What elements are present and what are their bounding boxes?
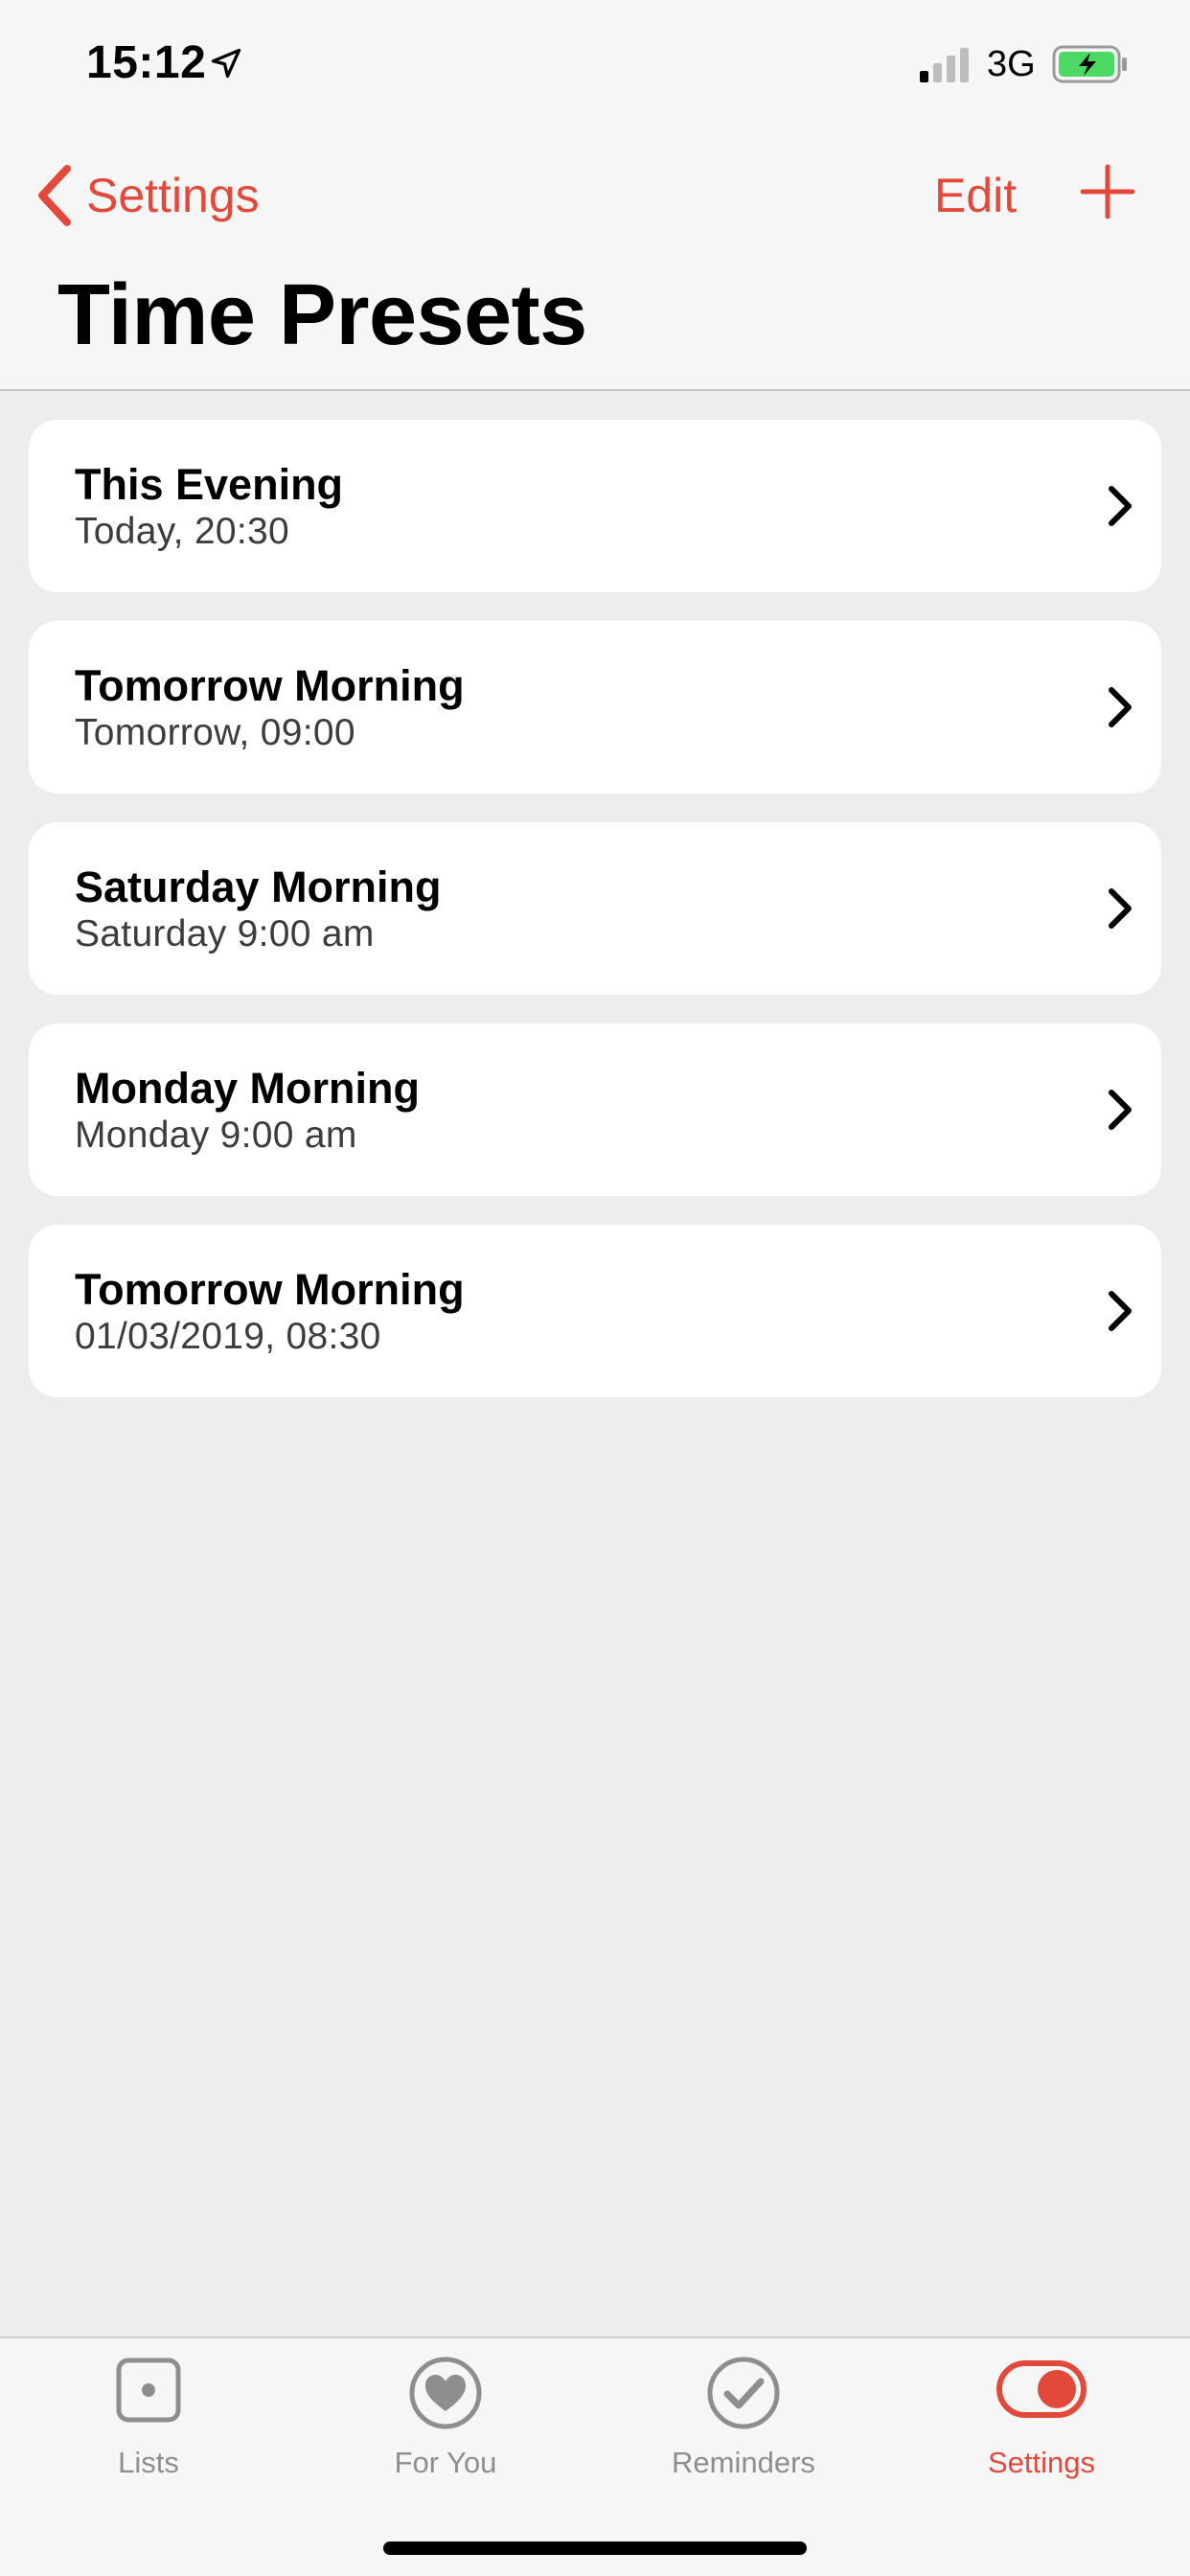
home-indicator[interactable]: [383, 2542, 807, 2555]
tab-label: Settings: [987, 2446, 1095, 2479]
tab-for-you[interactable]: For You: [326, 2338, 565, 2501]
preset-subtitle: Saturday 9:00 am: [75, 913, 375, 954]
preset-title: Tomorrow Morning: [75, 1265, 465, 1314]
plus-icon[interactable]: [1079, 163, 1136, 220]
chevron-left-icon: [38, 165, 71, 226]
chevron-right-icon: [1109, 1090, 1132, 1130]
tab-bar: Lists For You Reminders Settings: [0, 2336, 1190, 2576]
preset-title: Monday Morning: [75, 1064, 420, 1113]
page-title: Time Presets: [57, 267, 587, 363]
preset-row[interactable]: This Evening Today, 20:30: [29, 420, 1161, 592]
preset-title: This Evening: [75, 460, 344, 509]
tab-reminders[interactable]: Reminders: [624, 2338, 863, 2501]
preset-subtitle: Today, 20:30: [75, 511, 290, 552]
tab-lists[interactable]: Lists: [29, 2338, 268, 2501]
back-button-label: Settings: [86, 169, 260, 222]
checkmark-circle-icon: [707, 2357, 780, 2429]
screen: 15:12 3G Settings Edit Time Presets This…: [0, 0, 1190, 2576]
preset-subtitle: 01/03/2019, 08:30: [75, 1316, 381, 1357]
tab-label: For You: [394, 2446, 497, 2479]
tab-label: Lists: [118, 2446, 179, 2479]
preset-title: Tomorrow Morning: [75, 661, 465, 710]
preset-subtitle: Tomorrow, 09:00: [75, 712, 355, 753]
tab-label: Reminders: [672, 2446, 815, 2479]
back-button[interactable]: Settings: [34, 157, 260, 234]
time-presets-list: This Evening Today, 20:30 Tomorrow Morni…: [29, 420, 1161, 1426]
status-bar: 15:12 3G: [0, 0, 1190, 134]
status-time: 15:12: [86, 37, 207, 88]
location-arrow-icon: [211, 48, 241, 79]
chevron-right-icon: [1109, 687, 1132, 727]
edit-button[interactable]: Edit: [934, 157, 1017, 234]
heart-icon: [409, 2357, 482, 2429]
toggle-icon: [996, 2360, 1087, 2418]
chevron-right-icon: [1109, 486, 1132, 526]
network-label: 3G: [987, 44, 1036, 84]
tab-settings[interactable]: Settings: [922, 2338, 1161, 2501]
preset-subtitle: Monday 9:00 am: [75, 1115, 357, 1156]
navigation-bar: Settings Edit Time Presets: [0, 134, 1190, 391]
chevron-right-icon: [1109, 1291, 1132, 1331]
preset-title: Saturday Morning: [75, 862, 442, 911]
chevron-right-icon: [1109, 888, 1132, 929]
signal-bars-icon: [920, 48, 969, 82]
preset-row[interactable]: Tomorrow Morning Tomorrow, 09:00: [29, 621, 1161, 794]
list-square-icon: [116, 2358, 181, 2423]
preset-row[interactable]: Saturday Morning Saturday 9:00 am: [29, 822, 1161, 995]
battery-charging-icon: [1052, 45, 1127, 83]
preset-row[interactable]: Monday Morning Monday 9:00 am: [29, 1024, 1161, 1196]
preset-row[interactable]: Tomorrow Morning 01/03/2019, 08:30: [29, 1225, 1161, 1397]
